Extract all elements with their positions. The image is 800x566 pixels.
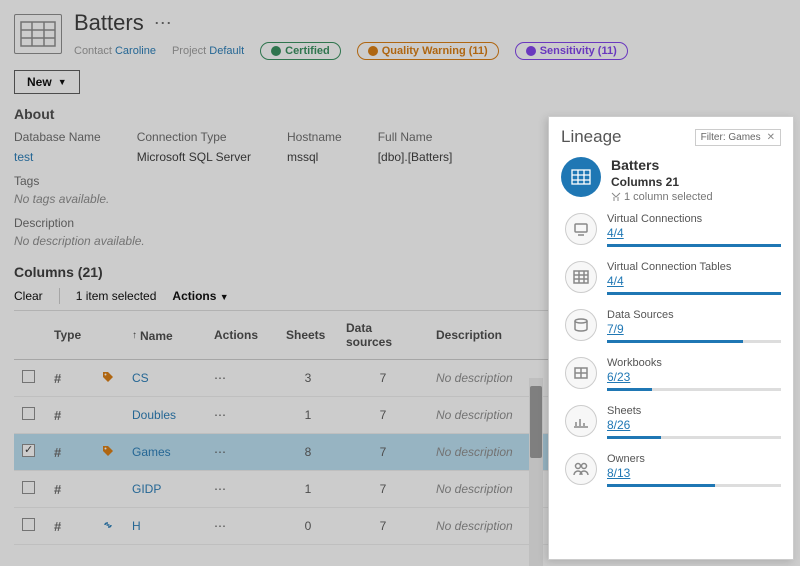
lineage-item-count[interactable]: 8/26 — [607, 418, 781, 432]
lineage-item-icon — [565, 357, 597, 389]
lineage-item[interactable]: Owners8/13 — [565, 453, 781, 487]
lineage-item-name: Virtual Connection Tables — [607, 261, 781, 273]
lineage-item-icon — [565, 309, 597, 341]
lineage-item-icon — [565, 261, 597, 293]
lineage-item-count[interactable]: 4/4 — [607, 274, 781, 288]
lineage-item[interactable]: Virtual Connections4/4 — [565, 213, 781, 247]
lineage-top-name: Batters — [611, 157, 713, 173]
lineage-item-count[interactable]: 8/13 — [607, 466, 781, 480]
lineage-item-name: Virtual Connections — [607, 213, 781, 225]
lineage-item-icon — [565, 213, 597, 245]
lineage-item-name: Sheets — [607, 405, 781, 417]
lineage-item-icon — [565, 405, 597, 437]
lineage-title: Lineage — [561, 127, 622, 147]
lineage-item-count[interactable]: 4/4 — [607, 226, 781, 240]
lineage-item-count[interactable]: 7/9 — [607, 322, 781, 336]
lineage-item[interactable]: Sheets8/26 — [565, 405, 781, 439]
lineage-top-columns: Columns 21 — [611, 175, 713, 189]
lineage-panel: Lineage Filter: Games ✕ Batters Columns … — [548, 116, 794, 560]
lineage-item-name: Data Sources — [607, 309, 781, 321]
lineage-filter-chip[interactable]: Filter: Games ✕ — [695, 129, 781, 146]
lineage-item-icon — [565, 453, 597, 485]
lineage-item-name: Owners — [607, 453, 781, 465]
close-icon[interactable]: ✕ — [767, 132, 775, 143]
lineage-item[interactable]: Data Sources7/9 — [565, 309, 781, 343]
lineage-top-selected: 1 column selected — [611, 191, 713, 203]
lineage-table-icon — [561, 157, 601, 197]
lineage-item-count[interactable]: 6/23 — [607, 370, 781, 384]
lineage-item[interactable]: Workbooks6/23 — [565, 357, 781, 391]
lineage-item[interactable]: Virtual Connection Tables4/4 — [565, 261, 781, 295]
lineage-item-name: Workbooks — [607, 357, 781, 369]
